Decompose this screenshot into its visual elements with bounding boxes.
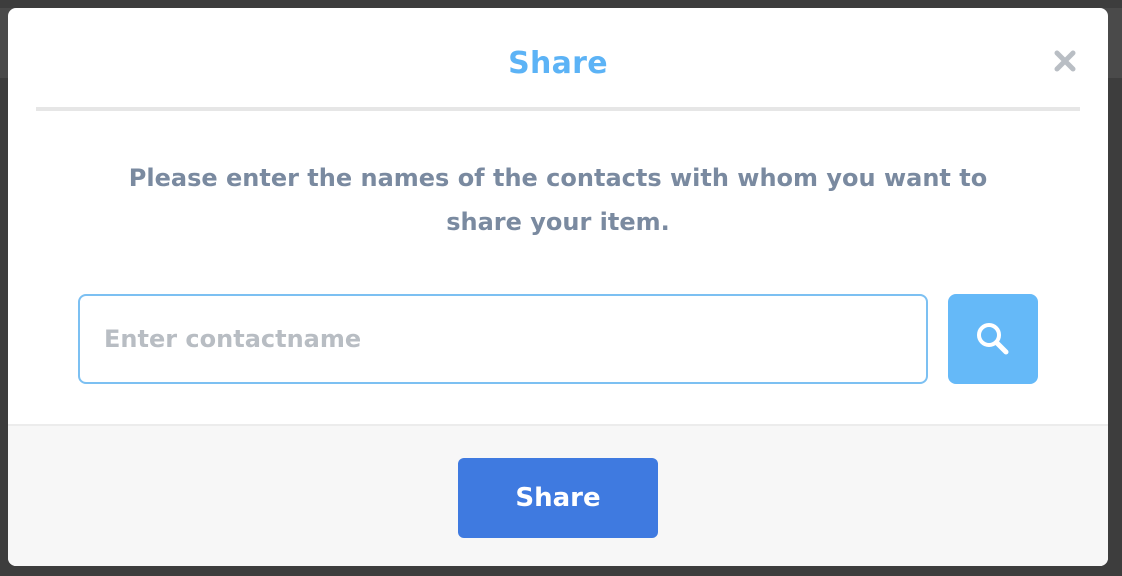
header-divider	[36, 107, 1080, 111]
contact-search-input[interactable]	[78, 294, 928, 384]
dialog-title: Share	[508, 46, 608, 81]
share-button[interactable]: Share	[458, 458, 658, 538]
share-dialog: Share Please enter the names of the cont…	[8, 8, 1108, 566]
search-button[interactable]	[948, 294, 1038, 384]
close-button[interactable]	[1048, 44, 1082, 78]
search-icon	[977, 323, 1009, 355]
dialog-message: Please enter the names of the contacts w…	[128, 164, 988, 236]
close-icon	[1054, 50, 1076, 72]
dialog-footer: Share	[8, 424, 1108, 566]
